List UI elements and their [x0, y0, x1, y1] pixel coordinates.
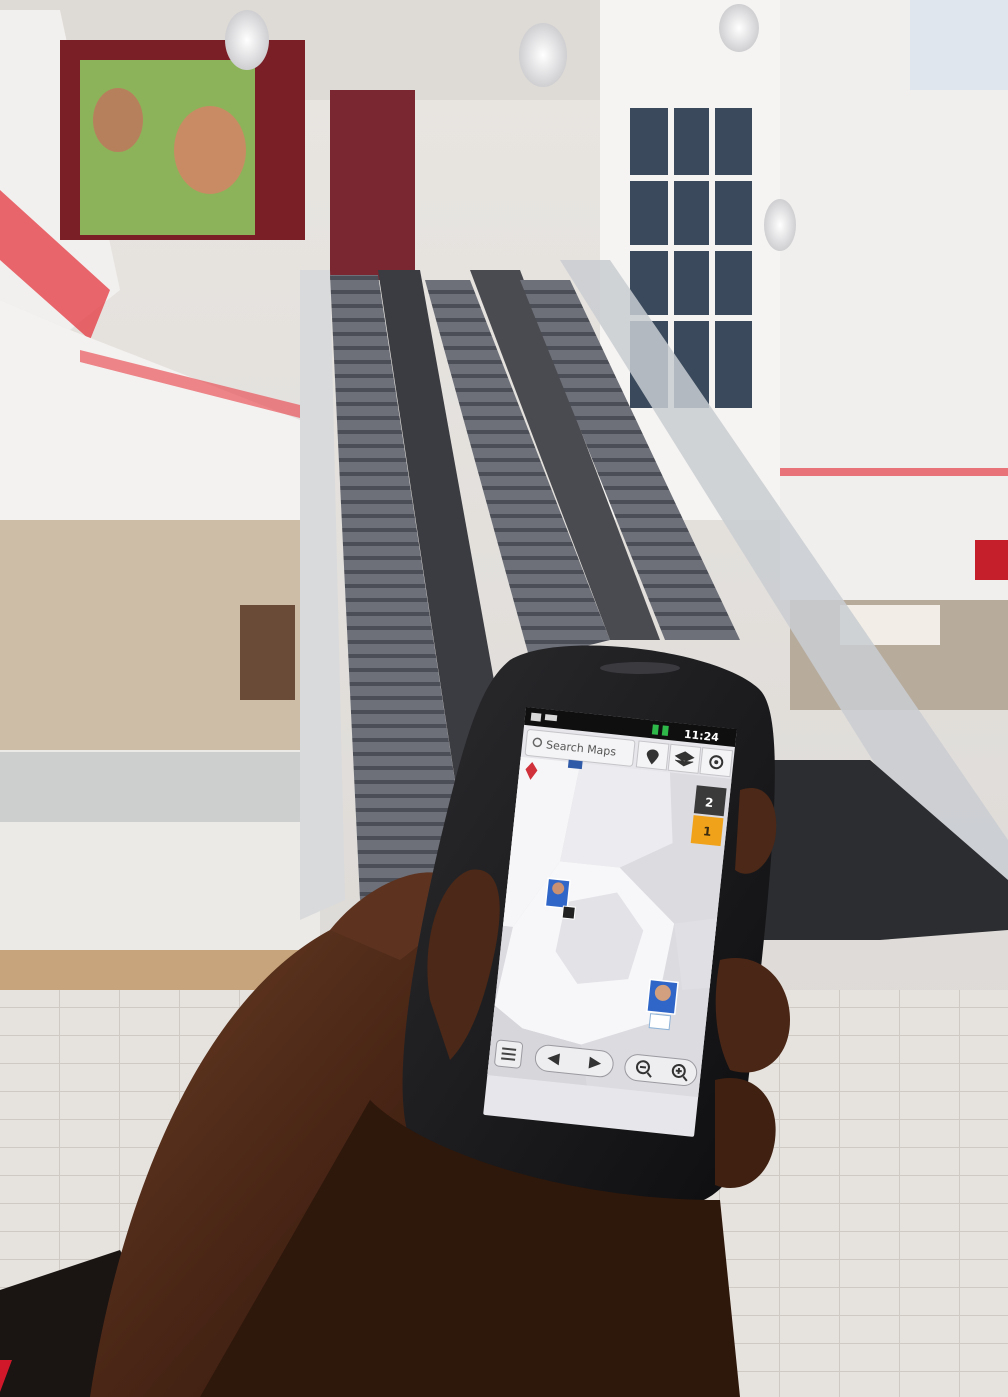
floor-label-2: 2 — [704, 795, 714, 810]
dark-red-wall — [330, 90, 415, 280]
sd-card-icon — [544, 714, 558, 722]
glass-railing — [0, 752, 320, 822]
skylight — [910, 0, 1008, 90]
floor-label-1: 1 — [702, 824, 712, 839]
signal-icon — [651, 724, 659, 735]
store-logo — [975, 540, 1008, 580]
ad-face-2 — [93, 88, 143, 152]
pendant-lamp — [719, 4, 759, 52]
pendant-lamp — [764, 199, 796, 251]
notification-icon — [530, 712, 542, 722]
mall-photo: 11:24 Search Maps 2 1 — [0, 0, 1008, 1397]
right-red-strip — [780, 468, 1008, 476]
shop-sign — [240, 605, 295, 700]
friend-marker[interactable] — [567, 759, 583, 770]
pendant-lamp — [519, 23, 567, 87]
phone-screen: 11:24 Search Maps 2 1 — [483, 707, 737, 1137]
battery-icon — [661, 725, 669, 736]
pendant-lamp — [225, 10, 269, 70]
user-location-pointer — [648, 1013, 672, 1031]
friend-avatar-marker[interactable] — [561, 905, 576, 920]
ad-face — [174, 106, 246, 194]
